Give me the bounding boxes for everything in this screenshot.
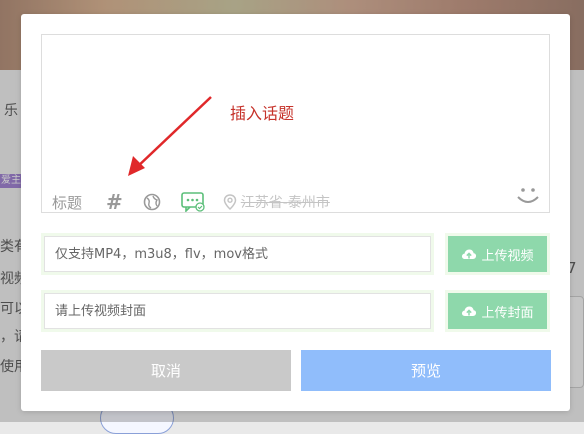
title-button[interactable]: 标题 <box>52 192 82 213</box>
post-editor[interactable]: 标题 # 江苏省-泰州市 <box>41 34 550 214</box>
cancel-button[interactable]: 取消 <box>41 350 291 391</box>
upload-cover-label: 上传封面 <box>481 305 534 321</box>
publish-video-dialog: 标题 # 江苏省-泰州市 插入话题 仅支持MP4，m3u8，flv，mov格式 … <box>21 14 570 411</box>
location-selector[interactable]: 江苏省-泰州市 <box>223 192 330 212</box>
upload-cover-button[interactable]: 上传封面 <box>448 293 547 329</box>
insert-topic-button[interactable]: # <box>106 190 123 214</box>
video-upload-row: 上传视频 <box>41 233 550 275</box>
globe-icon[interactable] <box>143 193 161 211</box>
cover-upload-row: 上传封面 <box>41 290 550 332</box>
emoji-icon[interactable] <box>516 186 540 210</box>
video-file-input[interactable] <box>44 236 431 272</box>
video-upload-button-wrap: 上传视频 <box>445 233 550 275</box>
cover-upload-button-wrap: 上传封面 <box>445 290 550 332</box>
cloud-upload-icon <box>462 306 477 316</box>
upload-video-button[interactable]: 上传视频 <box>448 236 547 272</box>
editor-toolbar: 标题 # 江苏省-泰州市 <box>52 190 330 214</box>
video-file-field <box>41 233 434 275</box>
cover-file-field <box>41 290 434 332</box>
chat-message-icon[interactable] <box>180 192 205 212</box>
location-pin-icon <box>223 194 237 210</box>
cloud-upload-icon <box>462 249 477 259</box>
insert-topic-annotation: 插入话题 <box>230 104 295 123</box>
upload-video-label: 上传视频 <box>481 248 534 264</box>
preview-button[interactable]: 预览 <box>301 350 551 391</box>
location-text: 江苏省-泰州市 <box>240 195 330 211</box>
cover-file-input[interactable] <box>44 293 431 329</box>
